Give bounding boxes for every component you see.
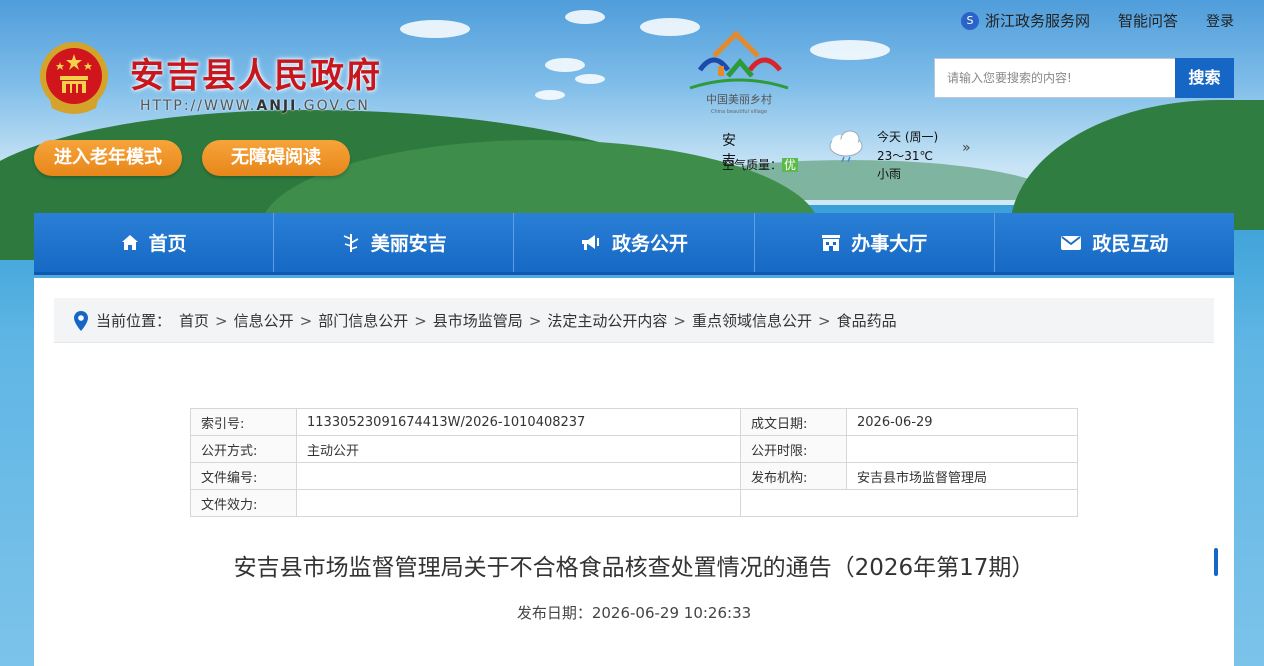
login-link[interactable]: 登录: [1206, 11, 1234, 31]
breadcrumb-label: 当前位置：: [96, 312, 172, 330]
cloud-decoration: [400, 20, 470, 38]
breadcrumb-item[interactable]: 重点领域信息公开: [692, 310, 812, 331]
nav-item-label: 首页: [148, 233, 187, 255]
side-tool-marker[interactable]: [1214, 548, 1218, 576]
breadcrumb-separator: >: [673, 311, 686, 330]
breadcrumb-separator: >: [528, 311, 542, 330]
mail-icon: [1061, 235, 1082, 250]
table-row: 公开方式: 主动公开 公开时限:: [190, 435, 1078, 463]
site-url-suffix: .GOV.CN: [297, 98, 370, 114]
cloud-decoration: [810, 40, 890, 60]
meta-key: 成文日期:: [740, 408, 847, 436]
publish-date: 发布日期：2026-06-29 10:26:33: [516, 604, 752, 622]
elder-mode-button[interactable]: 进入老年模式: [34, 140, 182, 176]
search-input[interactable]: 请输入您要搜索的内容!: [934, 58, 1176, 98]
breadcrumb-separator: >: [818, 311, 831, 330]
breadcrumb-separator: >: [215, 311, 228, 330]
table-row: 文件编号: 发布机构: 安吉县市场监督管理局: [190, 462, 1078, 490]
zhejiang-service-link[interactable]: S 浙江政务服务网: [960, 10, 1090, 31]
meta-value: [296, 462, 741, 490]
home-icon: [121, 234, 138, 250]
accessible-reading-button[interactable]: 无障碍阅读: [202, 140, 350, 176]
zhejiang-service-label: 浙江政务服务网: [984, 12, 1090, 30]
air-quality-label: 空气质量：: [722, 158, 783, 172]
meta-value: [296, 489, 741, 517]
meta-value: [846, 435, 1078, 463]
megaphone-icon: [582, 234, 599, 250]
zhejiang-service-icon: S: [960, 11, 979, 30]
nav-item-label: 政民互动: [1092, 233, 1169, 255]
document-meta-table: 索引号: 11330523091674413W/2026-1010408237 …: [190, 408, 1078, 517]
meta-key: [740, 489, 847, 517]
nav-item-label: 美丽安吉: [370, 233, 447, 255]
meta-key: 公开方式:: [190, 435, 297, 463]
breadcrumb: 当前位置： 首页 > 信息公开 > 部门信息公开 > 县市场监管局 > 法定主动…: [54, 298, 1214, 343]
breadcrumb-item[interactable]: 食品药品: [837, 310, 897, 331]
weather-more-button[interactable]: »: [962, 140, 971, 156]
meta-key: 文件编号:: [190, 462, 297, 490]
table-row: 索引号: 11330523091674413W/2026-1010408237 …: [190, 408, 1078, 436]
village-logo-text: 中国美丽乡村: [706, 92, 772, 106]
air-quality: 空气质量：优: [722, 156, 799, 173]
nav-item-label: 办事大厅: [851, 233, 928, 255]
cloud-decoration: [565, 10, 605, 24]
meta-value: 主动公开: [296, 435, 741, 463]
nav-item-service-hall[interactable]: 办事大厅: [755, 213, 995, 272]
breadcrumb-divider: [54, 342, 1214, 343]
top-links: S 浙江政务服务网 智能问答 登录: [933, 10, 1234, 31]
site-url: HTTP://WWW.ANJI.GOV.CN: [140, 98, 370, 114]
meta-key: 索引号:: [190, 408, 297, 436]
breadcrumb-item[interactable]: 法定主动公开内容: [547, 310, 667, 331]
meta-key: 发布机构:: [740, 462, 847, 490]
bamboo-icon: [343, 233, 359, 252]
article-title: 安吉县市场监督管理局关于不合格食品核查处置情况的通告（2026年第17期）: [233, 555, 1035, 581]
meta-value: 11330523091674413W/2026-1010408237: [296, 408, 741, 436]
breadcrumb-separator: >: [414, 311, 427, 330]
breadcrumb-separator: >: [299, 311, 313, 330]
meta-key: 公开时限:: [740, 435, 847, 463]
national-emblem-logo[interactable]: [36, 38, 112, 118]
breadcrumb-item[interactable]: 部门信息公开: [318, 310, 408, 331]
breadcrumb-item[interactable]: 首页: [179, 310, 209, 331]
weather-temperature: 23～31℃: [877, 149, 934, 163]
nav-item-beautiful-anji[interactable]: 美丽安吉: [274, 213, 515, 272]
breadcrumb-item[interactable]: 信息公开: [234, 310, 294, 331]
nav-item-label: 政务公开: [612, 233, 689, 255]
village-logo-subtext: China beautiful village: [711, 109, 767, 115]
building-icon: [822, 234, 841, 251]
content-panel: 当前位置： 首页 > 信息公开 > 部门信息公开 > 县市场监管局 > 法定主动…: [34, 278, 1234, 666]
beautiful-village-logo: 中国美丽乡村 China beautiful village: [689, 30, 789, 115]
table-row: 文件效力:: [190, 489, 1078, 517]
air-quality-badge: 优: [782, 158, 799, 172]
site-title[interactable]: 安吉县人民政府: [130, 48, 382, 97]
meta-key: 文件效力:: [190, 489, 297, 517]
cloud-decoration: [535, 90, 565, 100]
weather-condition: 小雨: [877, 167, 902, 181]
meta-value: [846, 489, 1078, 517]
breadcrumb-item[interactable]: 县市场监管局: [433, 310, 523, 331]
smart-qa-link[interactable]: 智能问答: [1118, 10, 1178, 31]
site-url-domain: ANJI: [256, 98, 298, 114]
search-button[interactable]: 搜索: [1175, 58, 1234, 98]
weather-day: 今天 (周一): [877, 130, 939, 144]
nav-item-public-interaction[interactable]: 政民互动: [995, 213, 1234, 272]
cloud-decoration: [575, 74, 605, 84]
location-pin-icon: [74, 310, 88, 331]
meta-value: 2026-06-29: [846, 408, 1078, 436]
nav-item-home[interactable]: 首页: [34, 213, 275, 272]
nav-item-government-affairs[interactable]: 政务公开: [514, 213, 755, 272]
main-nav: 首页 美丽安吉 政务公开 办事大厅 政民互动: [34, 213, 1234, 275]
cloud-decoration: [545, 58, 585, 72]
rain-cloud-icon: [829, 130, 863, 163]
meta-value: 安吉县市场监督管理局: [846, 462, 1078, 490]
site-url-prefix: HTTP://WWW.: [140, 98, 257, 114]
